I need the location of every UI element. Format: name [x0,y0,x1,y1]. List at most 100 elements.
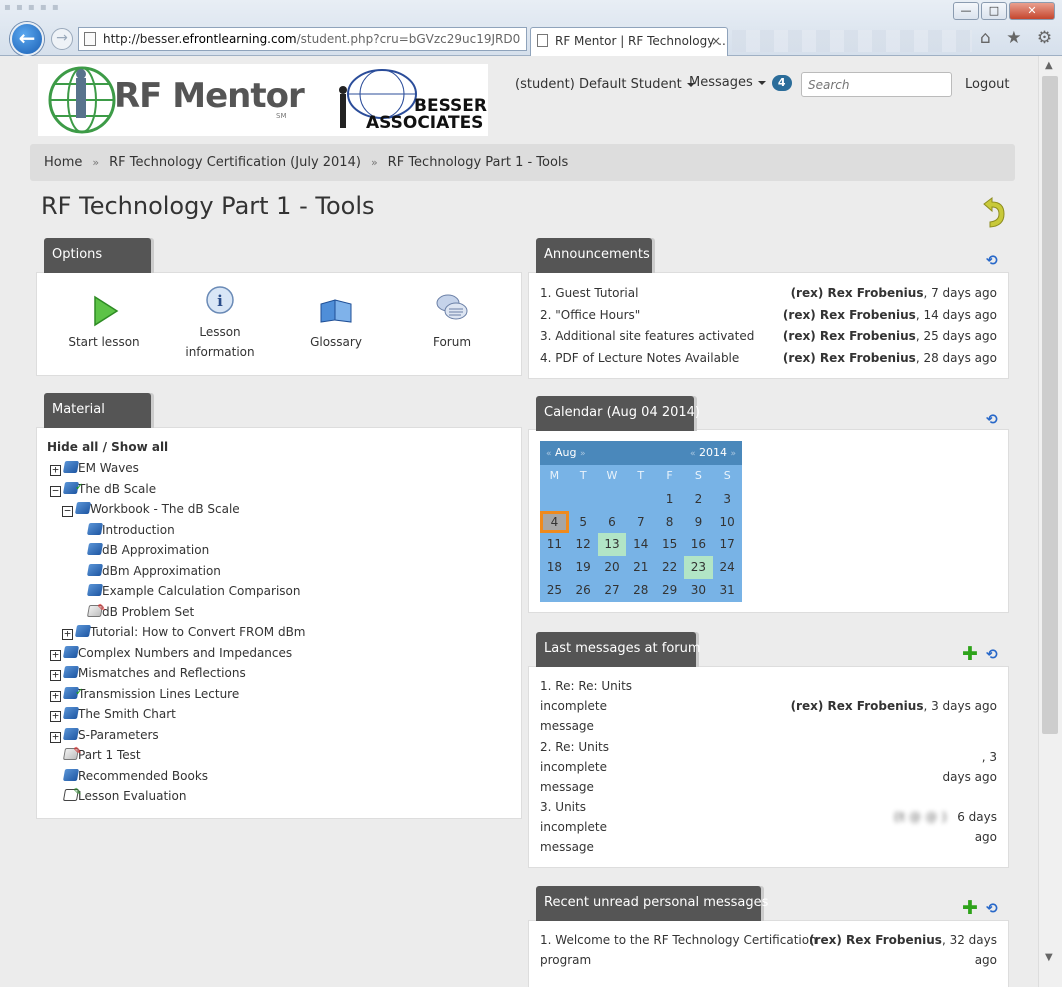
tree-item-label[interactable]: Recommended Books [78,769,208,783]
tree-item-label[interactable]: Example Calculation Comparison [102,584,300,598]
tree-item[interactable]: + EM Waves [50,458,139,478]
tree-item[interactable]: + Tutorial: How to Convert FROM dBm [62,622,305,642]
forum-title-line[interactable]: message [540,780,594,794]
announcement-item[interactable]: 3. Additional site features activated (re… [540,326,997,347]
announcement-item[interactable]: 2. "Office Hours" (rex) Rex Frobenius, 14… [540,305,997,326]
calendar-day[interactable]: 3 [713,488,742,511]
new-tab-area[interactable] [732,30,972,52]
tree-item[interactable]: − Workbook - The dB Scale [62,499,240,519]
refresh-icon[interactable]: ⟲ [986,413,1002,427]
forum-item-title[interactable]: 2. Re: Units incomplete message [540,737,640,797]
search-input[interactable] [801,72,952,97]
tree-item-label[interactable]: dB Problem Set [102,605,194,619]
personal-message-title[interactable]: 1. Welcome to the RF Technology Certific… [540,930,820,970]
tree-item-label[interactable]: Tutorial: How to Convert FROM dBm [90,625,305,639]
forward-button[interactable]: → [51,28,73,50]
calendar-day[interactable]: 24 [713,556,742,579]
forum-title-line[interactable]: Units [555,800,586,814]
calendar-day[interactable]: 25 [540,579,569,602]
calendar-day[interactable]: 6 [598,511,627,534]
forum-title-line[interactable]: incomplete [540,699,607,713]
calendar-day[interactable]: 18 [540,556,569,579]
back-button[interactable]: ← [10,22,44,56]
tree-item-label[interactable]: dBm Approximation [102,564,221,578]
tree-item[interactable]: dB Approximation [74,540,209,560]
tree-item-label[interactable]: S-Parameters [78,728,159,742]
add-icon[interactable]: ✚ [962,899,978,918]
announcement-item[interactable]: 1. Guest Tutorial (rex) Rex Frobenius, 7 … [540,283,997,304]
tree-item[interactable]: − The dB Scale [50,479,156,499]
calendar-day[interactable]: 8 [655,511,684,534]
forum-title-line[interactable]: message [540,719,594,733]
expand-icon[interactable]: + [50,710,61,722]
announcement-title[interactable]: "Office Hours" [555,308,640,322]
tree-item-label[interactable]: Mismatches and Reflections [78,666,246,680]
tree-item[interactable]: + The Smith Chart [50,704,176,724]
tree-item[interactable]: Lesson Evaluation [50,786,186,806]
forum-title-line[interactable]: message [540,840,594,854]
calendar-day[interactable]: 20 [598,556,627,579]
refresh-icon[interactable]: ⟲ [986,254,1002,268]
calendar-day[interactable]: 19 [569,556,598,579]
announcement-title[interactable]: Guest Tutorial [555,286,638,300]
tree-item[interactable]: + S-Parameters [50,725,159,745]
calendar-day[interactable]: 10 [713,511,742,534]
tree-item[interactable]: + Complex Numbers and Impedances [50,643,292,663]
calendar-day[interactable]: 2 [684,488,713,511]
tree-item[interactable]: Introduction [74,520,175,540]
tree-item-label[interactable]: Part 1 Test [78,748,141,762]
announcement-title[interactable]: PDF of Lecture Notes Available [555,351,739,365]
refresh-icon[interactable]: ⟲ [986,648,1002,662]
forum-item-title[interactable]: 3. Units incomplete message [540,797,640,857]
prev-month-button[interactable]: « [546,449,552,459]
tree-item[interactable]: dB Problem Set [74,602,194,622]
forum-title-line[interactable]: Re: Re: Units [555,679,632,693]
add-icon[interactable]: ✚ [962,645,978,664]
prev-year-button[interactable]: « [690,449,696,459]
address-bar[interactable]: http://besser.efrontlearning.com/student… [78,27,527,51]
tree-item[interactable]: + Transmission Lines Lecture [50,684,239,704]
browser-tab[interactable]: RF Mentor | RF Technology ... × [530,27,728,56]
tree-item[interactable]: dBm Approximation [74,561,221,581]
messages-menu[interactable]: Messages 4 [689,75,792,91]
vertical-scrollbar[interactable]: ▲ ▼ [1038,56,1062,987]
calendar-day[interactable]: 28 [626,579,655,602]
refresh-icon[interactable]: ⟲ [986,902,1002,916]
breadcrumb-lesson[interactable]: RF Technology Part 1 - Tools [388,155,569,170]
scrollbar-thumb[interactable] [1042,76,1058,734]
tree-item[interactable]: Part 1 Test [50,745,141,765]
next-year-button[interactable]: » [730,449,736,459]
tree-item-label[interactable]: EM Waves [78,461,139,475]
tree-item-label[interactable]: Lesson Evaluation [78,789,186,803]
calendar-day[interactable]: 21 [626,556,655,579]
collapse-icon[interactable]: − [62,505,73,517]
calendar-day[interactable]: 9 [684,511,713,534]
calendar-day[interactable]: 1 [655,488,684,511]
tree-item-label[interactable]: Introduction [102,523,175,537]
maximize-button[interactable]: □ [981,2,1007,20]
calendar-day[interactable]: 5 [569,511,598,534]
expand-icon[interactable]: + [50,690,61,702]
tab-close-icon[interactable]: × [711,28,721,54]
tree-item-label[interactable]: The dB Scale [78,482,156,496]
minimize-button[interactable]: — [953,2,979,20]
return-arrow-icon[interactable] [978,196,1008,230]
expand-icon[interactable]: + [62,628,73,640]
calendar-day[interactable]: 17 [713,533,742,556]
calendar-day[interactable]: 26 [569,579,598,602]
breadcrumb-course[interactable]: RF Technology Certification (July 2014) [109,155,361,170]
calendar-day[interactable]: 12 [569,533,598,556]
user-menu[interactable]: (student) Default Student [515,77,695,92]
tree-item-label[interactable]: The Smith Chart [78,707,176,721]
expand-icon[interactable]: + [50,649,61,661]
tree-item-label[interactable]: Transmission Lines Lecture [78,687,239,701]
expand-icon[interactable]: + [50,464,61,476]
calendar-day[interactable]: 15 [655,533,684,556]
calendar-day[interactable]: 16 [684,533,713,556]
close-window-button[interactable]: ✕ [1009,2,1055,20]
calendar-day[interactable]: 13 [597,533,627,557]
announcement-item[interactable]: 4. PDF of Lecture Notes Available (rex) R… [540,348,997,369]
tree-item[interactable]: + Mismatches and Reflections [50,663,246,683]
expand-icon[interactable]: + [50,731,61,743]
personal-message-title-line[interactable]: Welcome to the RF Technology Certificati… [555,933,816,947]
